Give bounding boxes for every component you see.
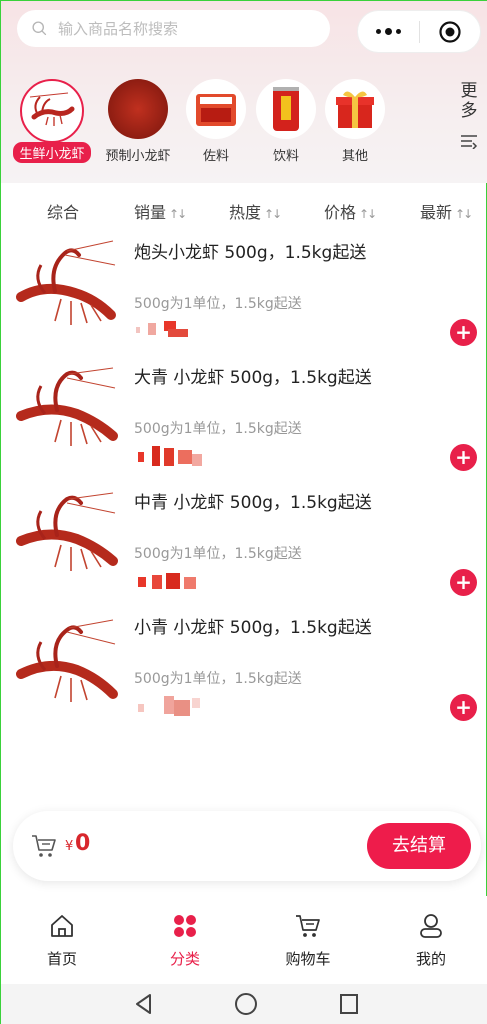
recents-icon[interactable] <box>338 992 360 1016</box>
sort-label: 最新 <box>420 203 453 222</box>
crayfish-image <box>16 619 118 702</box>
close-program-button[interactable] <box>419 20 480 44</box>
back-icon[interactable] <box>133 992 155 1016</box>
sort-label: 销量 <box>134 203 167 222</box>
sort-label: 热度 <box>229 203 262 222</box>
add-to-cart-button[interactable]: + <box>450 569 477 596</box>
checkout-button[interactable]: 去结算 <box>367 823 471 869</box>
crayfish-thumbnail <box>20 79 84 143</box>
gift-box-thumbnail <box>325 79 385 139</box>
more-categories-button[interactable]: 更多 <box>457 81 481 153</box>
sort-label: 综合 <box>47 203 80 222</box>
sort-popularity[interactable]: 热度 ↑↓ <box>229 199 282 223</box>
price-blurred <box>134 444 214 468</box>
can-drink-thumbnail <box>256 79 316 139</box>
price-blurred <box>134 319 214 343</box>
tab-cart[interactable]: 购物车 <box>268 912 348 969</box>
category-label: 预制小龙虾 <box>105 149 171 164</box>
search-input[interactable]: 输入商品名称搜索 <box>58 18 178 39</box>
tab-home[interactable]: 首页 <box>22 912 102 969</box>
sort-arrows-icon: ↑↓ <box>169 207 187 221</box>
crayfish-image <box>16 367 118 446</box>
product-name: 炮头小龙虾 500g，1.5kg起送 <box>134 243 367 263</box>
cart-summary-bar: ¥ 0 去结算 <box>13 811 481 881</box>
sort-arrows-icon: ↑↓ <box>264 207 282 221</box>
tab-label: 我的 <box>415 950 446 968</box>
tab-profile[interactable]: 我的 <box>391 912 471 969</box>
price-blurred <box>134 569 214 593</box>
product-description: 500g为1单位，1.5kg起送 <box>134 546 302 562</box>
more-label: 更多 <box>460 81 478 121</box>
category-item-fresh[interactable]: 生鲜小龙虾 <box>11 79 93 163</box>
product-name: 小青 小龙虾 500g，1.5kg起送 <box>134 618 372 638</box>
seasoning-thumbnail <box>186 79 246 139</box>
category-label: 生鲜小龙虾 <box>13 142 91 163</box>
sort-general[interactable]: 综合 <box>47 199 79 223</box>
crayfish-image <box>16 240 116 325</box>
home-circle-icon[interactable] <box>234 992 258 1016</box>
currency-symbol: ¥ <box>65 839 74 854</box>
sort-arrows-icon: ↑↓ <box>359 207 377 221</box>
category-list: 生鲜小龙虾 预制小龙虾 佐料 饮料 其他 <box>1 79 487 171</box>
crayfish-image <box>16 492 118 571</box>
search-bar[interactable]: 输入商品名称搜索 <box>17 10 330 47</box>
bottom-tab-bar: 首页 分类 购物车 我的 <box>1 896 487 984</box>
system-navigation-bar <box>1 984 487 1024</box>
category-item-other[interactable]: 其他 <box>314 79 396 164</box>
cart-icon[interactable] <box>31 833 57 859</box>
sort-newest[interactable]: 最新 ↑↓ <box>420 199 473 223</box>
sort-price[interactable]: 价格 ↑↓ <box>324 199 377 223</box>
search-icon <box>32 21 47 36</box>
prepared-crayfish-thumbnail <box>108 79 168 139</box>
product-description: 500g为1单位，1.5kg起送 <box>134 671 302 687</box>
user-icon <box>420 914 442 938</box>
product-name: 中青 小龙虾 500g，1.5kg起送 <box>134 493 372 513</box>
product-description: 500g为1单位，1.5kg起送 <box>134 296 302 312</box>
tab-label: 分类 <box>169 950 200 968</box>
sort-arrows-icon: ↑↓ <box>455 207 473 221</box>
product-name: 大青 小龙虾 500g，1.5kg起送 <box>134 368 372 388</box>
product-description: 500g为1单位，1.5kg起送 <box>134 421 302 437</box>
add-to-cart-button[interactable]: + <box>450 444 477 471</box>
target-icon <box>439 20 461 43</box>
add-to-cart-button[interactable]: + <box>450 694 477 721</box>
cart-icon <box>296 915 320 937</box>
category-label: 其他 <box>341 149 368 164</box>
product-item[interactable]: 炮头小龙虾 500g，1.5kg起送 500g为1单位，1.5kg起送 + <box>1 233 487 357</box>
product-item[interactable]: 小青 小龙虾 500g，1.5kg起送 500g为1单位，1.5kg起送 + <box>1 608 487 732</box>
add-to-cart-button[interactable]: + <box>450 319 477 346</box>
home-icon <box>51 915 73 937</box>
product-item[interactable]: 中青 小龙虾 500g，1.5kg起送 500g为1单位，1.5kg起送 + <box>1 483 487 607</box>
sort-sales[interactable]: 销量 ↑↓ <box>134 199 187 223</box>
category-icon <box>174 915 196 937</box>
tab-category[interactable]: 分类 <box>145 912 225 969</box>
mini-program-capsule <box>357 10 481 53</box>
category-item-prepared[interactable]: 预制小龙虾 <box>97 79 179 164</box>
sort-bar: 综合 销量 ↑↓ 热度 ↑↓ 价格 ↑↓ 最新 ↑↓ <box>1 191 487 229</box>
more-menu-button[interactable] <box>358 28 419 35</box>
price-blurred <box>134 694 214 718</box>
sort-label: 价格 <box>324 203 357 222</box>
product-item[interactable]: 大青 小龙虾 500g，1.5kg起送 500g为1单位，1.5kg起送 + <box>1 358 487 482</box>
tab-label: 首页 <box>46 950 77 968</box>
cart-total: 0 <box>75 831 91 856</box>
expand-icon <box>457 133 481 153</box>
tab-label: 购物车 <box>285 950 331 968</box>
